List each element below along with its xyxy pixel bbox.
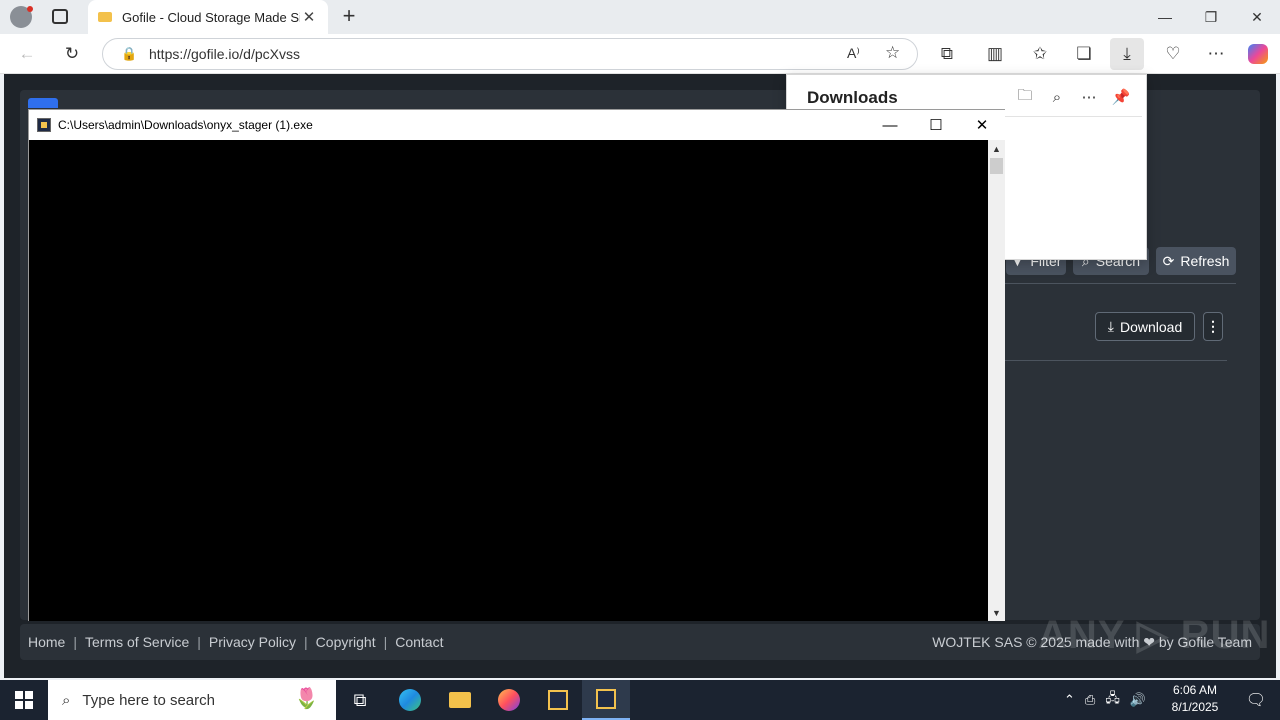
console-title: C:\Users\admin\Downloads\onyx_stager (1)… <box>58 118 313 132</box>
console-minimize-button[interactable]: — <box>867 110 913 140</box>
taskbar-search-box[interactable]: ⌕ Type here to search 🌷 <box>48 680 336 720</box>
device-icon[interactable]: ⎙ <box>1085 692 1095 708</box>
console-output-area[interactable] <box>29 140 988 621</box>
taskbar-clock[interactable]: 6:06 AM 8/1/2025 <box>1160 682 1230 716</box>
footer-link-copyright[interactable]: Copyright <box>316 634 376 650</box>
footer-link-terms[interactable]: Terms of Service <box>85 634 189 650</box>
downloads-button[interactable]: ⤓ <box>1110 38 1144 70</box>
scroll-up-icon[interactable]: ▲ <box>988 140 1005 157</box>
read-aloud-icon[interactable]: A⁾ <box>847 45 860 62</box>
downloads-more-icon[interactable]: ⋯ <box>1075 85 1103 109</box>
extensions-icon[interactable]: ⧉ <box>930 38 964 70</box>
console-scrollbar[interactable]: ▲ ▼ <box>988 140 1005 621</box>
start-button[interactable] <box>0 680 48 720</box>
divider <box>1005 360 1227 361</box>
clock-time: 6:06 AM <box>1172 683 1218 697</box>
gofile-favicon-icon <box>98 12 112 22</box>
download-icon: ⤓ <box>1107 318 1114 334</box>
system-tray: ⌃ ⎙ 🖧 🔊 <box>1064 680 1146 720</box>
file-explorer-icon[interactable] <box>436 680 484 720</box>
console-app-icon <box>37 118 51 132</box>
split-screen-icon[interactable]: ▥ <box>978 38 1012 70</box>
anyrun-watermark: ANY ▷ RUN <box>1038 613 1271 657</box>
copilot-icon[interactable] <box>1248 44 1268 64</box>
scrollbar-thumb[interactable] <box>990 158 1003 174</box>
console-maximize-button[interactable]: ☐ <box>913 110 959 140</box>
favorite-star-icon[interactable]: ☆ <box>885 43 900 63</box>
file-more-options-button[interactable]: ⋮ <box>1203 312 1223 341</box>
search-downloads-icon[interactable]: ⌕ <box>1043 85 1071 109</box>
browser-essentials-icon[interactable]: ♡ <box>1156 38 1190 70</box>
settings-more-icon[interactable]: ⋯ <box>1199 38 1233 70</box>
footer-links: Home | Terms of Service | Privacy Policy | … <box>28 634 443 650</box>
notifications-icon[interactable]: 🗨 <box>1232 680 1280 720</box>
collections-icon[interactable]: ❏ <box>1067 38 1101 70</box>
windows-logo-icon <box>15 691 33 709</box>
edge-app-icon[interactable] <box>386 680 434 720</box>
refresh-label: Refresh <box>1180 253 1230 269</box>
clock-date: 8/1/2025 <box>1171 700 1219 714</box>
menu-button[interactable] <box>28 98 58 108</box>
network-icon[interactable]: 🖧 <box>1105 689 1120 711</box>
reload-icon[interactable]: ↻ <box>55 38 89 70</box>
console-window: C:\Users\admin\Downloads\onyx_stager (1)… <box>28 109 1005 621</box>
favorites-icon[interactable]: ✩ <box>1023 38 1057 70</box>
console-close-button[interactable]: ✕ <box>959 110 1005 140</box>
scroll-down-icon[interactable]: ▼ <box>988 604 1005 621</box>
footer-link-contact[interactable]: Contact <box>395 634 443 650</box>
task-view-icon[interactable]: ⧉ <box>336 680 384 720</box>
footer-separator: | <box>383 634 388 650</box>
open-downloads-folder-icon[interactable]: 🗀 <box>1011 85 1039 109</box>
pin-icon[interactable]: 📌 <box>1107 85 1135 109</box>
console-titlebar: C:\Users\admin\Downloads\onyx_stager (1)… <box>29 110 1005 140</box>
tab-title: Gofile - Cloud Storage Made Simple <box>122 9 300 25</box>
python-app-icon[interactable] <box>534 680 582 720</box>
refresh-icon: ⟳ <box>1162 252 1175 269</box>
taskbar-search-placeholder: Type here to search <box>82 691 215 709</box>
download-label: Download <box>1119 318 1183 335</box>
restore-window-button[interactable]: ❐ <box>1188 0 1234 34</box>
downloads-panel-title: Downloads <box>807 88 898 107</box>
profile-badge-icon <box>27 6 33 12</box>
tab-actions-icon[interactable] <box>52 9 68 24</box>
show-hidden-icons-icon[interactable]: ⌃ <box>1064 692 1075 708</box>
close-tab-icon[interactable]: ✕ <box>300 8 318 26</box>
console-app-taskbar-icon[interactable] <box>582 680 630 720</box>
footer-separator: | <box>304 634 308 650</box>
url-text: https://gofile.io/d/pcXvss <box>149 46 300 62</box>
close-window-button[interactable]: ✕ <box>1234 0 1280 34</box>
new-tab-button[interactable]: + <box>338 3 360 31</box>
search-icon: ⌕ <box>62 691 71 709</box>
site-info-icon[interactable]: 🔒 <box>121 46 137 62</box>
address-bar[interactable]: 🔒 https://gofile.io/d/pcXvss A⁾ ☆ <box>102 38 918 70</box>
footer-link-privacy[interactable]: Privacy Policy <box>209 634 296 650</box>
footer-separator: | <box>73 634 77 650</box>
footer-link-home[interactable]: Home <box>28 634 65 650</box>
tulips-decoration-icon: 🌷 <box>294 688 319 710</box>
minimize-window-button[interactable]: — <box>1142 0 1188 34</box>
divider <box>1005 283 1236 284</box>
browser-tab[interactable]: Gofile - Cloud Storage Made Simple ✕ <box>88 0 328 34</box>
firefox-app-icon[interactable] <box>485 680 533 720</box>
back-icon[interactable]: ← <box>10 38 44 70</box>
download-file-button[interactable]: ⤓ Download <box>1095 312 1195 341</box>
refresh-button[interactable]: ⟳ Refresh <box>1156 247 1236 275</box>
volume-icon[interactable]: 🔊 <box>1130 692 1146 708</box>
footer-separator: | <box>197 634 201 650</box>
